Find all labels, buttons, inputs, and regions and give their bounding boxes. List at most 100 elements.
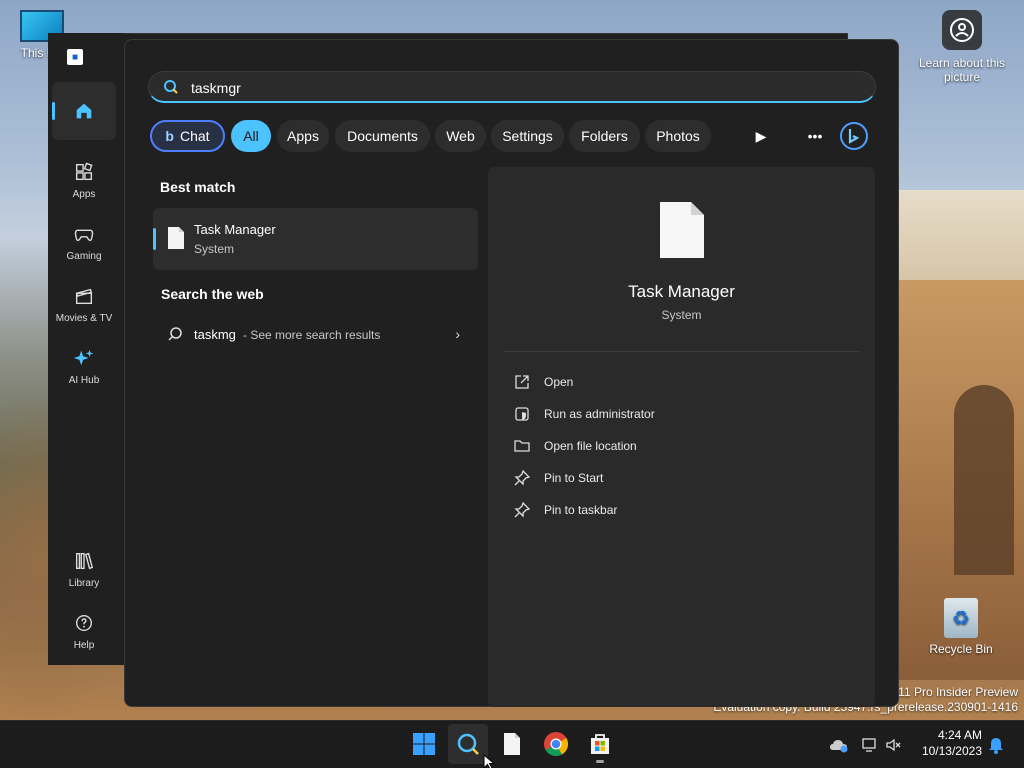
run-as-admin-action[interactable]: Run as administrator	[504, 400, 859, 428]
sparkle-icon	[73, 349, 94, 365]
rail-item-help[interactable]: Help	[52, 602, 116, 660]
detail-title: Task Manager	[628, 282, 735, 301]
wallpaper-arch	[954, 385, 1014, 575]
detail-divider	[504, 351, 859, 352]
best-match-heading: Best match	[160, 179, 236, 195]
recycle-bin-desktop-icon[interactable]: ♻ Recycle Bin	[916, 598, 1006, 656]
pin-to-start-label: Pin to Start	[544, 471, 604, 485]
filter-apps-label: Apps	[287, 128, 319, 144]
rail-label-library: Library	[68, 577, 100, 589]
bell-icon	[989, 738, 1003, 754]
rail-label-movies: Movies & TV	[55, 312, 113, 324]
library-icon	[75, 552, 94, 569]
filter-web-label: Web	[446, 128, 475, 144]
filter-web[interactable]: Web	[435, 120, 486, 152]
chrome-icon	[544, 732, 569, 757]
search-box[interactable]	[148, 71, 876, 103]
rail-label-apps: Apps	[72, 188, 96, 200]
rail-item-movies[interactable]: Movies & TV	[52, 275, 116, 333]
taskbar-store[interactable]	[580, 724, 620, 764]
cloud-icon	[830, 740, 848, 753]
store-bag-icon	[591, 734, 609, 754]
bing-chat-icon: b	[165, 128, 174, 144]
more-options-button[interactable]: •••	[799, 120, 831, 152]
tray-onedrive[interactable]	[829, 735, 849, 755]
filter-photos-label: Photos	[656, 128, 700, 144]
pin-to-taskbar-action[interactable]: Pin to taskbar	[504, 496, 859, 524]
rail-item-home[interactable]	[52, 82, 116, 140]
document-icon	[660, 202, 704, 258]
help-icon	[75, 614, 93, 631]
rail-label-help: Help	[73, 639, 95, 651]
clock-date: 10/13/2023	[921, 744, 982, 758]
windows-logo-icon	[413, 733, 435, 755]
mouse-cursor-icon	[483, 754, 495, 768]
search-icon	[168, 327, 182, 341]
filter-all-label: All	[243, 128, 259, 144]
home-icon	[76, 103, 92, 119]
recycle-bin-icon: ♻	[944, 598, 978, 638]
document-icon	[168, 227, 184, 249]
learn-about-picture-desktop-icon[interactable]: Learn about this picture	[912, 10, 1012, 84]
play-icon: ▶	[755, 127, 767, 144]
clapperboard-icon	[75, 288, 93, 304]
rail-item-ai-hub[interactable]: AI Hub	[52, 337, 116, 395]
shield-icon	[515, 407, 529, 421]
recycle-bin-label: Recycle Bin	[929, 642, 993, 656]
apps-icon	[75, 162, 93, 180]
wallpaper-town	[899, 190, 1024, 290]
web-search-result[interactable]: taskmg - See more search results ›	[153, 318, 478, 350]
run-as-admin-label: Run as administrator	[544, 407, 655, 421]
open-file-location-label: Open file location	[544, 439, 637, 453]
network-icon	[862, 738, 876, 752]
pin-to-start-action[interactable]: Pin to Start	[504, 464, 859, 492]
taskbar-search-button[interactable]	[448, 724, 488, 764]
camera-info-icon	[942, 10, 982, 50]
search-icon	[164, 80, 178, 94]
pin-to-taskbar-label: Pin to taskbar	[544, 503, 618, 517]
rail-item-library[interactable]: Library	[52, 540, 116, 598]
more-filters-button[interactable]: ▶	[745, 120, 777, 152]
pin-icon	[514, 470, 530, 486]
rail-label-ai-hub: AI Hub	[68, 374, 100, 386]
open-file-location-action[interactable]: Open file location	[504, 432, 859, 460]
open-label: Open	[544, 375, 574, 389]
filter-photos[interactable]: Photos	[645, 120, 711, 152]
search-icon	[457, 733, 479, 755]
system-clock[interactable]: 4:24 AM 10/13/2023	[922, 727, 982, 759]
best-match-subtitle: System	[194, 242, 235, 256]
volume-muted-icon	[886, 738, 901, 752]
rail-item-apps[interactable]: Apps	[52, 151, 116, 209]
tray-volume[interactable]	[884, 735, 904, 755]
taskbar-chrome[interactable]	[536, 724, 576, 764]
bing-button[interactable]	[837, 120, 871, 152]
taskbar-task-manager[interactable]	[492, 724, 532, 764]
start-button[interactable]	[404, 724, 444, 764]
store-running-indicator	[596, 760, 604, 763]
best-match-result[interactable]: Task Manager System	[153, 208, 478, 270]
open-external-icon	[515, 375, 529, 389]
rail-item-gaming[interactable]: Gaming	[52, 213, 116, 271]
learn-label: Learn about this picture	[918, 56, 1006, 84]
folder-icon	[514, 440, 530, 452]
best-match-title: Task Manager	[194, 222, 276, 237]
open-action[interactable]: Open	[504, 368, 859, 396]
tray-network[interactable]	[860, 735, 880, 755]
filter-settings[interactable]: Settings	[491, 120, 564, 152]
web-heading: Search the web	[161, 286, 264, 302]
pin-icon	[514, 502, 530, 518]
filter-all[interactable]: All	[231, 120, 271, 152]
gamepad-icon	[74, 229, 94, 241]
search-input[interactable]	[191, 78, 791, 98]
chevron-right-icon: ›	[455, 326, 460, 342]
filter-documents[interactable]: Documents	[335, 120, 430, 152]
store-logo-icon: ■	[67, 49, 83, 65]
notifications-button[interactable]	[986, 735, 1006, 755]
filter-apps[interactable]: Apps	[277, 120, 329, 152]
filter-chat[interactable]: b Chat	[150, 120, 225, 152]
web-search-more: - See more search results	[243, 328, 381, 342]
rail-label-gaming: Gaming	[66, 250, 102, 262]
filter-folders[interactable]: Folders	[569, 120, 640, 152]
filter-folders-label: Folders	[581, 128, 628, 144]
detail-subtitle: System	[661, 308, 702, 322]
